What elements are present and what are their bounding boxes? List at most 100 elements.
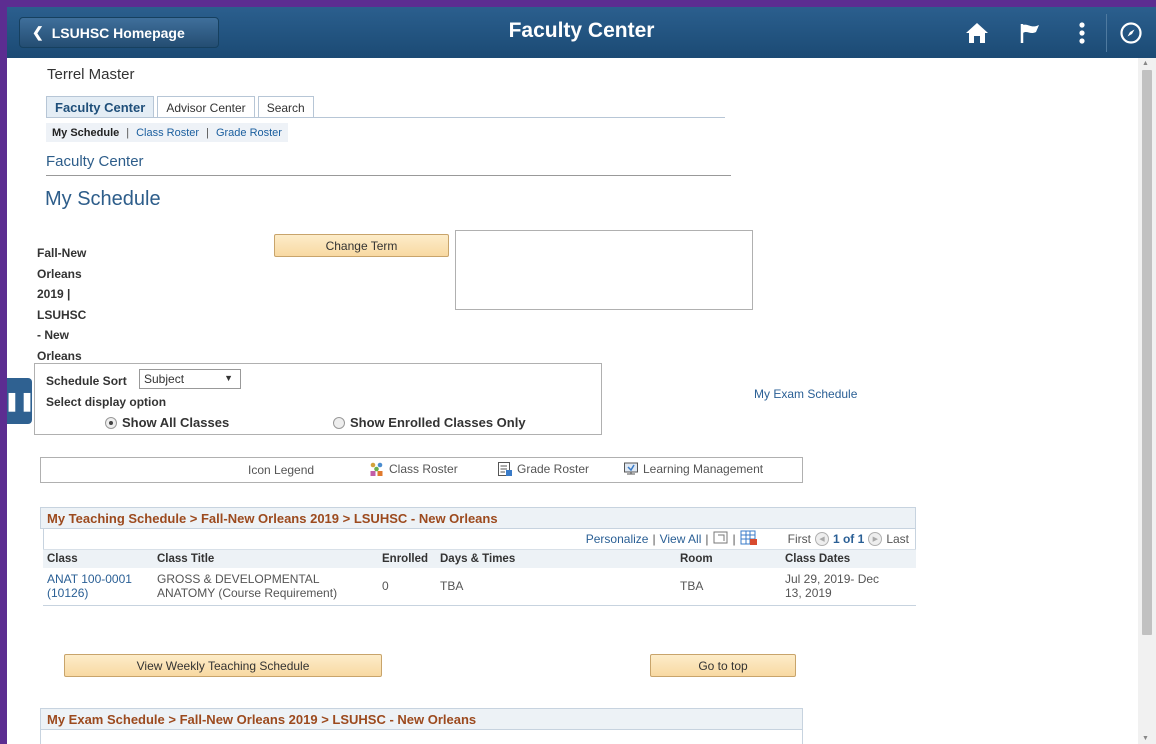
radio-selected-icon[interactable] xyxy=(105,416,117,429)
display-option-label: Select display option xyxy=(46,395,167,409)
page-title: My Schedule xyxy=(45,188,161,210)
user-name: Terrel Master xyxy=(47,66,135,83)
term-line: Orleans xyxy=(37,266,82,281)
tabs-underline xyxy=(46,117,725,118)
class-link[interactable]: ANAT 100-0001 (10126) xyxy=(43,567,153,606)
class-code[interactable]: ANAT 100-0001 xyxy=(47,572,149,586)
subnav-my-schedule: My Schedule xyxy=(52,126,120,139)
class-roster-icon xyxy=(369,461,385,477)
subnav-class-roster-link[interactable]: Class Roster xyxy=(136,127,199,139)
personalize-link[interactable]: Personalize xyxy=(586,532,649,546)
term-line: 2019 | xyxy=(37,287,71,301)
teaching-schedule-table: Class Class Title Enrolled Days & Times … xyxy=(43,549,916,606)
legend-class-roster-label: Class Roster xyxy=(389,462,458,476)
back-homepage-label: LSUHSC Homepage xyxy=(51,24,185,41)
window-frame-top xyxy=(0,0,1156,7)
show-all-classes-label: Show All Classes xyxy=(122,415,230,430)
navbar-compass-icon[interactable] xyxy=(1113,17,1149,49)
icon-legend: Icon Legend Class Roster Grade Roster Le… xyxy=(40,457,803,483)
legend-learning-management-label: Learning Management xyxy=(643,462,764,476)
section-divider xyxy=(46,175,731,176)
more-vertical-icon[interactable] xyxy=(1064,17,1100,49)
term-line: - New xyxy=(37,328,70,342)
pagelet-toggle-button[interactable]: ❚❚ xyxy=(4,378,35,424)
column-header: Enrolled xyxy=(378,549,436,568)
grade-roster-icon xyxy=(497,461,513,477)
schedule-sort-value: Subject xyxy=(144,372,185,386)
view-weekly-schedule-button[interactable]: View Weekly Teaching Schedule xyxy=(64,654,382,677)
window-frame-left xyxy=(0,0,7,744)
sub-navigation: My Schedule | Class Roster | Grade Roste… xyxy=(46,123,288,142)
radio-unselected-icon[interactable] xyxy=(333,416,345,429)
pause-icon: ❚❚ xyxy=(4,390,35,411)
class-title-line: GROSS & DEVELOPMENTAL xyxy=(157,572,320,587)
grid-navigation: Personalize | View All | | First ◀ 1 of … xyxy=(43,529,916,549)
tab-advisor-center[interactable]: Advisor Center xyxy=(157,96,255,118)
flag-icon[interactable] xyxy=(1012,17,1048,49)
center-tabs: Faculty Center Advisor Center Search xyxy=(46,96,317,118)
enrolled-cell: 0 xyxy=(378,567,436,606)
term-line: Fall-New xyxy=(37,246,87,260)
learning-management-icon xyxy=(623,461,639,477)
icon-legend-label: Icon Legend xyxy=(248,463,315,477)
next-page-icon[interactable]: ▶ xyxy=(868,532,883,546)
legend-grade-roster: Grade Roster xyxy=(497,461,589,477)
tab-faculty-center[interactable]: Faculty Center xyxy=(46,96,155,118)
legend-class-roster: Class Roster xyxy=(369,461,458,477)
header-separator xyxy=(1106,14,1107,52)
schedule-sort-select[interactable]: Subject ▼ xyxy=(139,369,241,389)
first-label: First xyxy=(787,532,811,546)
nav-separator: | xyxy=(732,532,736,546)
scroll-up-icon[interactable]: ▲ xyxy=(1142,60,1149,67)
show-enrolled-only-label: Show Enrolled Classes Only xyxy=(350,415,526,430)
page-info: 1 of 1 xyxy=(832,532,865,546)
view-all-link[interactable]: View All xyxy=(660,532,702,546)
subnav-grade-roster-link[interactable]: Grade Roster xyxy=(216,127,282,139)
nav-separator: | xyxy=(705,532,709,546)
previous-page-icon[interactable]: ◀ xyxy=(814,532,829,546)
show-all-classes-radio[interactable]: Show All Classes xyxy=(105,415,229,430)
zoom-grid-icon[interactable] xyxy=(713,531,729,548)
class-title-cell: GROSS & DEVELOPMENTAL ANATOMY (Course Re… xyxy=(153,567,378,606)
subnav-separator: | xyxy=(126,126,130,139)
change-term-button[interactable]: Change Term xyxy=(274,234,449,257)
legend-learning-management: Learning Management xyxy=(623,461,763,477)
class-dates-line: 13, 2019 xyxy=(785,586,832,601)
section-title: Faculty Center xyxy=(46,153,144,170)
last-label: Last xyxy=(886,532,909,546)
my-exam-schedule-link[interactable]: My Exam Schedule xyxy=(754,387,857,401)
legend-grade-roster-label: Grade Roster xyxy=(517,462,590,476)
back-homepage-button[interactable]: ❮ LSUHSC Homepage xyxy=(19,17,219,48)
class-dates-line: Jul 29, 2019- Dec xyxy=(785,572,880,587)
term-info-box xyxy=(455,230,753,310)
download-excel-icon[interactable] xyxy=(740,530,758,549)
scrollbar-thumb[interactable] xyxy=(1142,70,1152,635)
show-enrolled-only-radio[interactable]: Show Enrolled Classes Only xyxy=(333,415,526,430)
tab-search[interactable]: Search xyxy=(257,96,314,118)
column-header: Class Dates xyxy=(781,549,916,568)
class-number[interactable]: (10126) xyxy=(47,586,149,600)
term-line: LSUHSC xyxy=(37,307,87,322)
class-title-line: ANATOMY (Course Requirement) xyxy=(157,586,338,601)
exam-schedule-title: My Exam Schedule > Fall-New Orleans 2019… xyxy=(40,708,803,730)
chevron-left-icon: ❮ xyxy=(32,24,44,40)
column-header: Class xyxy=(43,549,153,568)
scroll-down-icon[interactable]: ▼ xyxy=(1142,735,1149,742)
current-term: Fall-New Orleans 2019 | LSUHSC - New Orl… xyxy=(37,243,117,366)
header-bar: ❮ LSUHSC Homepage Faculty Center xyxy=(7,7,1156,58)
nav-separator: | xyxy=(652,532,656,546)
subnav-separator: | xyxy=(206,126,209,139)
vertical-scrollbar[interactable]: ▲ ▼ xyxy=(1138,58,1156,744)
teaching-schedule-grid: My Teaching Schedule > Fall-New Orleans … xyxy=(40,507,916,606)
schedule-sort-label: Schedule Sort xyxy=(46,374,127,388)
days-times-cell: TBA xyxy=(436,567,676,606)
go-to-top-button[interactable]: Go to top xyxy=(650,654,796,677)
column-header: Days & Times xyxy=(436,549,676,568)
home-icon[interactable] xyxy=(959,17,995,49)
column-header: Class Title xyxy=(153,549,378,568)
schedule-options-box: Schedule Sort Subject ▼ Select display o… xyxy=(34,363,602,435)
exam-schedule-grid xyxy=(40,730,803,744)
table-row: ANAT 100-0001 (10126) GROSS & DEVELOPMEN… xyxy=(43,567,916,606)
room-cell: TBA xyxy=(676,567,781,606)
teaching-schedule-title: My Teaching Schedule > Fall-New Orleans … xyxy=(40,507,916,529)
